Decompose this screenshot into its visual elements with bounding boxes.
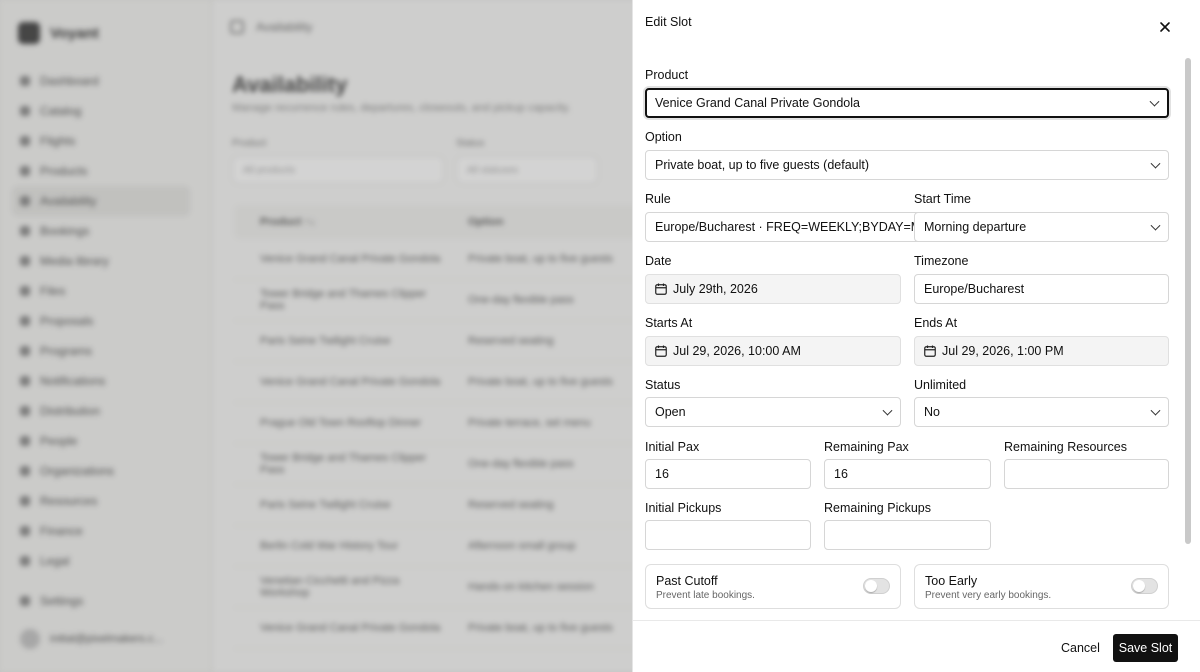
past-cutoff-title: Past Cutoff	[656, 574, 718, 588]
start-time-select-value: Morning departure	[924, 220, 1027, 234]
panel-footer: Cancel Save Slot	[633, 620, 1200, 672]
modal-backdrop[interactable]	[0, 0, 632, 672]
start-time-label: Start Time	[914, 192, 971, 206]
unlimited-select-value: No	[924, 405, 940, 419]
initial-pickups-input[interactable]	[645, 520, 811, 550]
toggle-knob	[1133, 580, 1145, 592]
close-icon	[1160, 22, 1170, 32]
status-select-value: Open	[655, 405, 686, 419]
too-early-title: Too Early	[925, 574, 978, 588]
product-label: Product	[645, 68, 689, 82]
calendar-icon	[924, 345, 936, 357]
timezone-label: Timezone	[914, 254, 969, 268]
starts-at-value: Jul 29, 2026, 10:00 AM	[673, 344, 801, 358]
product-select[interactable]: Venice Grand Canal Private Gondola	[645, 88, 1169, 118]
chevron-down-icon	[882, 405, 893, 416]
option-label: Option	[645, 130, 682, 144]
past-cutoff-description: Prevent late bookings.	[656, 590, 755, 601]
status-select[interactable]: Open	[645, 397, 901, 427]
too-early-toggle[interactable]	[1131, 578, 1158, 594]
product-select-value: Venice Grand Canal Private Gondola	[655, 96, 860, 110]
remaining-resources-input[interactable]	[1004, 459, 1169, 489]
chevron-down-icon	[1150, 405, 1161, 416]
chevron-down-icon	[1149, 96, 1160, 107]
rule-select[interactable]: Europe/Bucharest · FREQ=WEEKLY;BYDAY=MO,…	[645, 212, 943, 242]
rule-select-value: Europe/Bucharest · FREQ=WEEKLY;BYDAY=MO,…	[655, 220, 943, 234]
past-cutoff-toggle[interactable]	[863, 578, 890, 594]
calendar-icon	[655, 345, 667, 357]
chevron-down-icon	[1150, 158, 1161, 169]
calendar-icon	[655, 283, 667, 295]
option-select[interactable]: Private boat, up to five guests (default…	[645, 150, 1169, 180]
rule-label: Rule	[645, 192, 671, 206]
unlimited-label: Unlimited	[914, 378, 967, 392]
edit-slot-panel: Edit Slot Product Venice Grand Canal Pri…	[632, 0, 1200, 672]
panel-body: Edit Slot Product Venice Grand Canal Pri…	[633, 0, 1200, 620]
option-select-value: Private boat, up to five guests (default…	[655, 158, 870, 172]
ends-at-label: Ends At	[914, 316, 958, 330]
unlimited-select[interactable]: No	[914, 397, 1169, 427]
remaining-pax-value: 16	[834, 467, 848, 481]
ends-at-field[interactable]: Jul 29, 2026, 1:00 PM	[914, 336, 1169, 366]
timezone-value: Europe/Bucharest	[924, 282, 1025, 296]
date-field[interactable]: July 29th, 2026	[645, 274, 901, 304]
toggle-knob	[865, 580, 877, 592]
too-early-description: Prevent very early bookings.	[925, 590, 1052, 601]
initial-pax-value: 16	[655, 467, 669, 481]
starts-at-field[interactable]: Jul 29, 2026, 10:00 AM	[645, 336, 901, 366]
save-slot-button[interactable]: Save Slot	[1113, 634, 1178, 662]
past-cutoff-card: Past Cutoff Prevent late bookings.	[645, 564, 901, 609]
chevron-down-icon	[1150, 220, 1161, 231]
cancel-button[interactable]: Cancel	[1057, 634, 1104, 662]
start-time-select[interactable]: Morning departure	[914, 212, 1169, 242]
initial-pax-label: Initial Pax	[645, 440, 700, 454]
panel-scrollbar[interactable]	[1185, 58, 1191, 544]
timezone-input[interactable]: Europe/Bucharest	[914, 274, 1169, 304]
remaining-pax-label: Remaining Pax	[824, 440, 909, 454]
starts-at-label: Starts At	[645, 316, 693, 330]
close-button[interactable]	[1155, 17, 1175, 37]
remaining-pickups-label: Remaining Pickups	[824, 501, 931, 515]
panel-title: Edit Slot	[645, 15, 692, 29]
remaining-pax-input[interactable]: 16	[824, 459, 991, 489]
initial-pax-input[interactable]: 16	[645, 459, 811, 489]
remaining-resources-label: Remaining Resources	[1004, 440, 1127, 454]
remaining-pickups-input[interactable]	[824, 520, 991, 550]
initial-pickups-label: Initial Pickups	[645, 501, 722, 515]
status-label: Status	[645, 378, 681, 392]
date-value: July 29th, 2026	[673, 282, 758, 296]
date-label: Date	[645, 254, 672, 268]
ends-at-value: Jul 29, 2026, 1:00 PM	[942, 344, 1064, 358]
too-early-card: Too Early Prevent very early bookings.	[914, 564, 1169, 609]
